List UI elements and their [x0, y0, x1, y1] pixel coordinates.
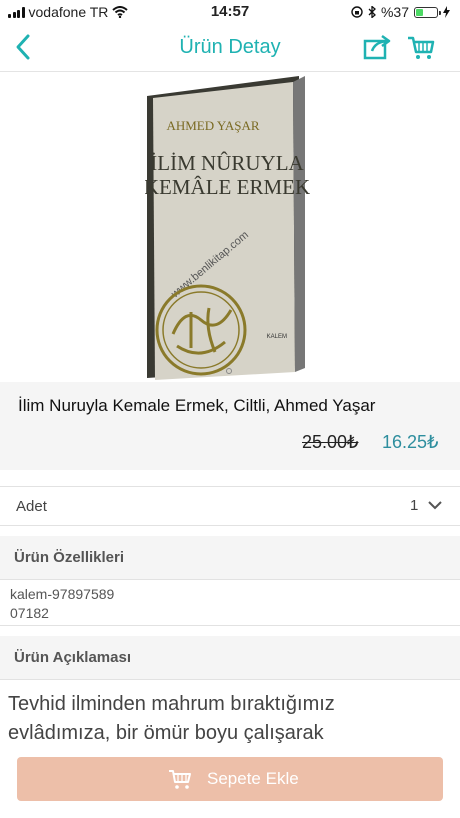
book-title-line2: KEMÂLE ERMEK — [145, 175, 310, 199]
page-title: Ürün Detay — [179, 36, 281, 58]
description-text: Tevhid ilminden mahrum bıraktığımız evlâ… — [8, 690, 448, 748]
image-page-indicator[interactable] — [226, 368, 232, 374]
chevron-down-icon[interactable] — [428, 500, 442, 510]
cart-icon[interactable] — [407, 33, 435, 61]
quantity-selector[interactable]: Adet 1 — [0, 486, 460, 526]
add-to-cart-button[interactable]: Sepete Ekle — [17, 757, 443, 801]
rotation-lock-icon — [351, 6, 363, 18]
battery-icon — [414, 6, 441, 18]
book-author-text: AHMED YAŞAR — [166, 118, 259, 133]
description-header: Ürün Açıklaması — [0, 636, 460, 680]
product-title: İlim Nuruyla Kemale Ermek, Ciltli, Ahmed… — [18, 396, 376, 415]
battery-percent: %37 — [380, 4, 409, 20]
description-heading: Ürün Açıklaması — [14, 649, 131, 666]
cart-icon — [169, 770, 191, 789]
quantity-label: Adet — [16, 498, 47, 515]
product-info-panel: İlim Nuruyla Kemale Ermek, Ciltli, Ahmed… — [0, 382, 460, 470]
publisher-logo: KALEM — [267, 334, 287, 340]
features-content: kalem-97897589 07182 — [0, 580, 460, 626]
status-right: %37 — [351, 4, 450, 20]
new-price: 16.25₺ — [382, 432, 439, 452]
feature-line-2: 07182 — [10, 605, 49, 621]
description-line-2: evlâdımıza, bir ömür boyu çalışarak — [8, 722, 324, 744]
description-line-1: Tevhid ilminden mahrum bıraktığımız — [8, 693, 335, 715]
quantity-value: 1 — [410, 497, 419, 514]
status-bar: vodafone TR 14:57 %37 — [0, 0, 460, 24]
bluetooth-icon — [368, 6, 376, 18]
share-icon[interactable] — [363, 33, 391, 61]
add-to-cart-label: Sepete Ekle — [207, 769, 299, 788]
features-heading: Ürün Özellikleri — [14, 549, 125, 566]
book-title-line1: İLİM NÛRUYLA — [150, 151, 304, 175]
charging-icon — [443, 6, 450, 18]
feature-line-1: kalem-97897589 — [10, 586, 115, 602]
book-cover-image: AHMED YAŞAR İLİM NÛRUYLA KEMÂLE ERMEK ww… — [145, 76, 310, 380]
nav-bar: Ürün Detay — [0, 24, 460, 72]
product-image-area[interactable]: AHMED YAŞAR İLİM NÛRUYLA KEMÂLE ERMEK ww… — [0, 72, 460, 382]
old-price: 25.00₺ — [302, 432, 359, 452]
features-header: Ürün Özellikleri — [0, 536, 460, 580]
